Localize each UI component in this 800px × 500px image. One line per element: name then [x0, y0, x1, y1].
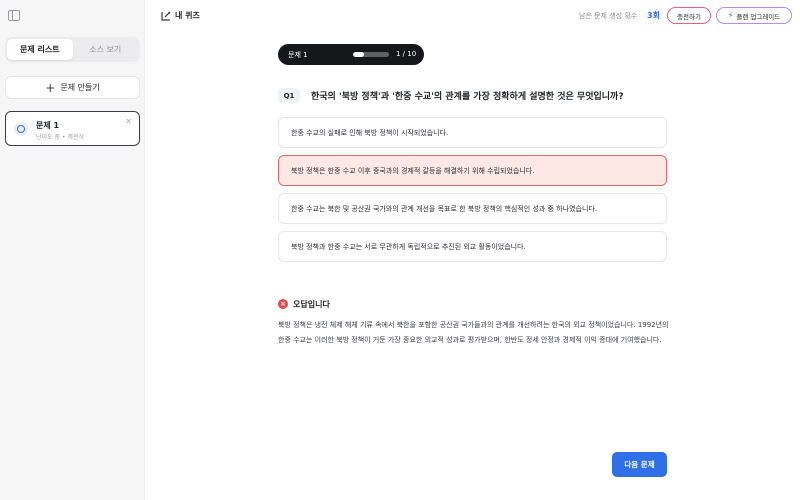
page-title: 내 퀴즈	[175, 11, 200, 20]
tab-view-source[interactable]: 소스 보기	[73, 39, 139, 60]
tab-question-list[interactable]: 문제 리스트	[7, 39, 73, 60]
quiz-edit-icon	[161, 11, 171, 21]
progress-fill	[353, 52, 364, 57]
top-header: 내 퀴즈 남은 문제 생성 횟수 3회 충전하기 ⚡ 플랜 업그레이드	[145, 0, 800, 32]
question-number-badge: Q1	[278, 88, 300, 103]
create-quiz-label: 문제 만들기	[60, 83, 100, 92]
next-question-button[interactable]: 다음 문제	[612, 452, 667, 477]
quiz-item-title: 문제 1	[36, 121, 60, 130]
upgrade-plan-button[interactable]: ⚡ 플랜 업그레이드	[716, 7, 792, 24]
quiz-list-item[interactable]: 문제 1 난이도 중 • 객관식 ✕	[5, 111, 140, 146]
sidebar-toggle-icon[interactable]	[8, 10, 20, 21]
upgrade-plan-label: 플랜 업그레이드	[736, 12, 781, 21]
answer-option[interactable]: 북방 정책과 한중 수교는 서로 무관하게 독립적으로 추진된 외교 활동이었습…	[278, 231, 667, 262]
sidebar-tabs: 문제 리스트 소스 보기	[5, 37, 140, 62]
question-text: 한국의 '북방 정책'과 '한중 수교'의 관계를 가장 정확하게 설명한 것은…	[311, 92, 624, 102]
progress-counter: 1 / 10	[396, 50, 417, 58]
lightning-icon: ⚡	[727, 11, 734, 20]
quiz-icon	[14, 122, 28, 136]
feedback-explanation: 북방 정책은 냉전 체제 해체 기류 속에서 북한을 포함한 공산권 국가들과의…	[278, 321, 669, 344]
answer-option[interactable]: 한중 수교의 실패로 인해 북방 정책이 시작되었습니다.	[278, 117, 667, 148]
close-icon[interactable]: ✕	[125, 117, 132, 126]
answer-option[interactable]: 한중 수교는 북한 및 공산권 국가와의 관계 개선을 목표로 한 북방 정책의…	[278, 193, 667, 224]
progress-label: 문제 1	[288, 51, 308, 59]
feedback-title: 오답입니다	[293, 300, 330, 309]
remaining-count: 3회	[647, 11, 660, 20]
remaining-label: 남은 문제 생성 횟수	[579, 12, 638, 20]
quiz-progress: 문제 1 1 / 10	[278, 44, 424, 65]
sidebar: 문제 리스트 소스 보기 + 문제 만들기 문제 1 난이도 중 • 객관식 ✕	[0, 0, 145, 500]
quiz-item-meta: 난이도 중 • 객관식	[36, 134, 84, 141]
plus-icon: +	[45, 80, 56, 95]
create-quiz-button[interactable]: + 문제 만들기	[5, 76, 140, 99]
charge-button[interactable]: 충전하기	[667, 7, 711, 24]
error-icon: ×	[278, 299, 288, 309]
progress-track	[353, 52, 389, 57]
answer-option-selected-wrong[interactable]: 북방 정책은 한중 수교 이후 중국과의 경제적 갈등을 해결하기 위해 수립되…	[278, 155, 667, 186]
